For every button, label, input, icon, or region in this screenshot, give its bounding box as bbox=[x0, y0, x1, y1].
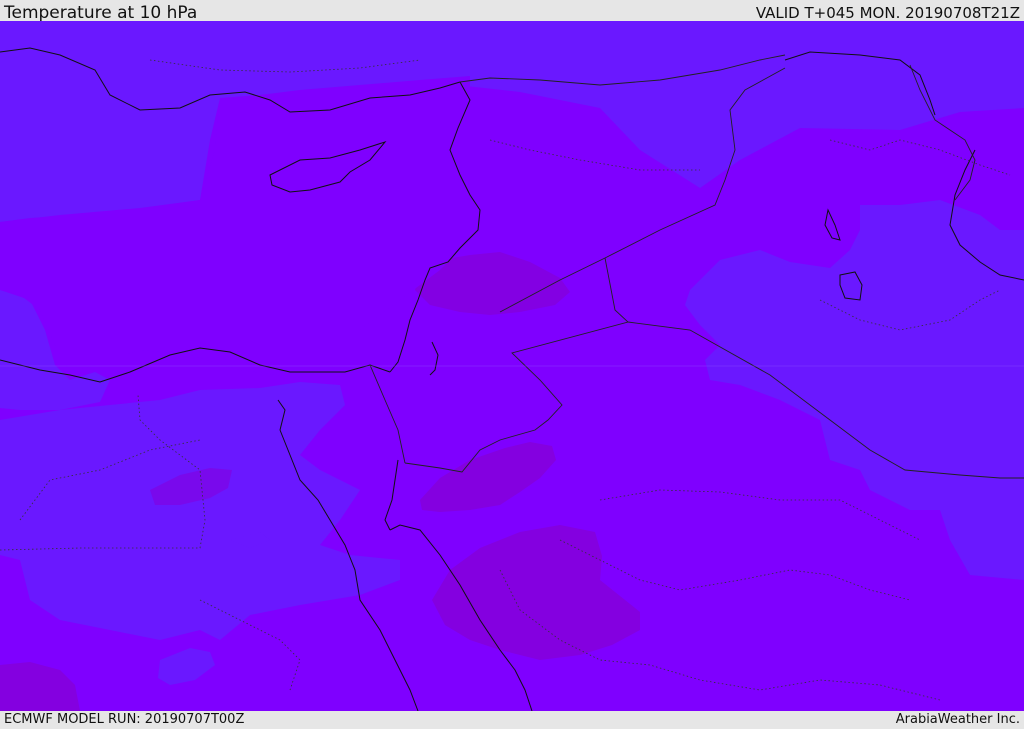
header-bar: Temperature at 10 hPa VALID T+045 MON. 2… bbox=[0, 0, 1024, 23]
model-run-label: ECMWF MODEL RUN: 20190707T00Z bbox=[4, 712, 245, 727]
map-canvas bbox=[0, 21, 1024, 712]
weather-map[interactable] bbox=[0, 21, 1024, 712]
footer-bar: ECMWF MODEL RUN: 20190707T00Z ArabiaWeat… bbox=[0, 711, 1024, 729]
credit-label: ArabiaWeather Inc. bbox=[895, 712, 1020, 727]
valid-time: VALID T+045 MON. 20190708T21Z bbox=[755, 4, 1020, 22]
map-title: Temperature at 10 hPa bbox=[4, 3, 198, 23]
